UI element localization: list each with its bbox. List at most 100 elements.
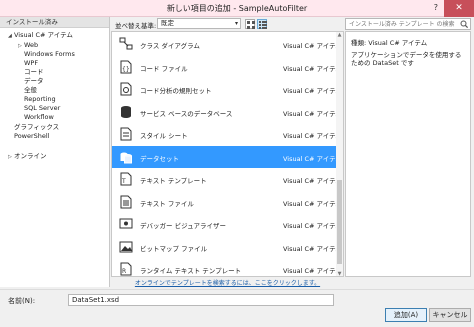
tree-item-label: WPF	[24, 59, 39, 67]
scrollbar-thumb[interactable]	[337, 180, 342, 264]
installed-header[interactable]: インストール済み	[0, 17, 109, 28]
template-item-name: コード ファイル	[140, 64, 188, 73]
template-item-type: Visual C# アイテム	[283, 267, 342, 275]
template-item-type: Visual C# アイテム	[283, 109, 342, 118]
grid-view-icon	[247, 21, 255, 29]
template-item-type: Visual C# アイテム	[283, 154, 342, 163]
template-item-name: テキスト テンプレート	[140, 177, 207, 185]
tree-item-label: コード	[24, 68, 44, 76]
template-item-name: データセット	[140, 154, 179, 163]
template-item-type: Visual C# アイテム	[283, 244, 342, 253]
text-template-icon: T	[120, 172, 132, 186]
add-button[interactable]: 追加(A)	[385, 308, 427, 322]
search-input[interactable]	[346, 19, 456, 29]
view-list-button[interactable]	[257, 19, 267, 29]
tree-item-label: PowerShell	[14, 132, 50, 140]
cancel-button[interactable]: キャンセル	[429, 308, 471, 322]
category-sidebar: インストール済み ◢ Visual C# アイテム ▷ Web Windows Form…	[0, 17, 110, 287]
view-large-icons-button[interactable]	[245, 19, 255, 29]
sort-value: 既定	[161, 19, 174, 27]
bitmap-icon	[119, 241, 133, 252]
title-bar: 新しい項目の追加 - SampleAutoFilter ? ✕	[0, 0, 474, 17]
template-item[interactable]: コード分析の規則セット Visual C# アイテム	[112, 78, 342, 100]
tree-item[interactable]: 全般	[18, 86, 37, 95]
template-item-type: Visual C# アイテム	[283, 132, 342, 140]
code-file-icon: {}	[120, 60, 132, 73]
vertical-scrollbar[interactable]: ▲ ▼	[336, 32, 343, 276]
svg-text:T: T	[121, 178, 126, 185]
window-title: 新しい項目の追加 - SampleAutoFilter	[166, 4, 308, 13]
template-item[interactable]: デバッガー ビジュアライザー Visual C# アイテム	[112, 213, 342, 235]
runtime-template-icon: R	[120, 262, 132, 276]
template-item[interactable]: スタイル シート Visual C# アイテム	[112, 123, 342, 145]
tree-item-label: データ	[24, 77, 44, 85]
online-templates-link[interactable]: オンラインでテンプレートを検索するには、ここをクリックします。	[111, 278, 344, 287]
tree-item[interactable]: Workflow	[18, 113, 54, 122]
tree-item-label: グラフィックス	[14, 123, 60, 131]
dataset-icon	[120, 152, 132, 163]
database-icon	[121, 105, 131, 118]
template-item[interactable]: データセット Visual C# アイテム	[112, 145, 342, 168]
template-item[interactable]: R ランタイム テキスト テンプレート Visual C# アイテム	[112, 258, 342, 276]
close-button[interactable]: ✕	[444, 0, 474, 17]
tree-item[interactable]: ▷ オンライン	[8, 152, 47, 161]
tree-item[interactable]: グラフィックス	[8, 123, 59, 132]
template-item[interactable]: テキスト ファイル Visual C# アイテム	[112, 191, 342, 213]
details-pane: 種類: Visual C# アイテム アプリケーションでデータを使用するための …	[345, 31, 471, 277]
bottom-bar: 名前(N): 追加(A) キャンセル	[0, 289, 474, 327]
template-search[interactable]	[345, 18, 471, 30]
kind-row: 種類: Visual C# アイテム	[351, 38, 465, 48]
name-field[interactable]	[68, 294, 334, 306]
svg-text:R: R	[122, 268, 126, 275]
tree-item[interactable]: PowerShell	[8, 132, 50, 141]
template-item-name: テキスト ファイル	[140, 199, 194, 208]
template-item-name: デバッガー ビジュアライザー	[140, 222, 226, 230]
template-item[interactable]: {} コード ファイル Visual C# アイテム	[112, 56, 342, 78]
search-icon[interactable]	[460, 20, 468, 28]
template-item-type: Visual C# アイテム	[283, 199, 342, 208]
template-item-name: ランタイム テキスト テンプレート	[140, 267, 242, 275]
chevron-down-icon: ▾	[234, 20, 238, 27]
tree-item[interactable]: データ	[18, 77, 44, 86]
ruleset-icon	[120, 82, 132, 96]
template-item-name: サービス ベースのデータベース	[140, 109, 233, 118]
scroll-down-icon[interactable]: ▼	[336, 271, 343, 276]
tree-item-label: Visual C# アイテム	[14, 31, 73, 39]
name-label: 名前(N):	[8, 297, 36, 305]
template-item-name: スタイル シート	[140, 132, 188, 140]
template-list[interactable]: クラス ダイアグラム Visual C# アイテム {} コード ファイル Visual…	[111, 31, 344, 277]
tree-item-label: Reporting	[24, 95, 56, 103]
kind-value: Visual C# アイテム	[368, 39, 428, 47]
class-diagram-icon	[119, 37, 133, 50]
tree-item[interactable]: ▷ Web	[18, 41, 38, 50]
tree-item[interactable]: Reporting	[18, 95, 56, 104]
list-view-icon	[259, 21, 267, 29]
sort-dropdown[interactable]: 既定 ▾	[157, 18, 241, 29]
item-description: アプリケーションでデータを使用するための DataSet です	[351, 51, 462, 67]
tree-item-label: オンライン	[14, 152, 47, 160]
tree-item-label: Web	[24, 41, 39, 49]
tree-item[interactable]: SQL Server	[18, 104, 60, 113]
template-item[interactable]: クラス ダイアグラム Visual C# アイテム	[112, 33, 342, 55]
template-item-type: Visual C# アイテム	[283, 87, 342, 95]
tree-item-label: SQL Server	[24, 104, 61, 112]
template-item-type: Visual C# アイテム	[283, 64, 342, 73]
template-item[interactable]: ビットマップ ファイル Visual C# アイテム	[112, 236, 342, 258]
template-item-name: クラス ダイアグラム	[140, 42, 200, 50]
tree-item[interactable]: Windows Forms	[18, 50, 75, 59]
svg-text:{}: {}	[122, 66, 130, 73]
help-button[interactable]: ?	[434, 3, 438, 12]
template-item[interactable]: T テキスト テンプレート Visual C# アイテム	[112, 168, 342, 190]
tree-item-label: Windows Forms	[24, 50, 75, 58]
tree-item[interactable]: WPF	[18, 59, 38, 68]
scroll-up-icon[interactable]: ▲	[336, 32, 343, 39]
template-item-name: コード分析の規則セット	[140, 87, 212, 95]
template-item-type: Visual C# アイテム	[283, 42, 342, 50]
toolbar: 並べ替え基準: 既定 ▾	[111, 17, 344, 31]
template-item[interactable]: サービス ベースのデータベース Visual C# アイテム	[112, 101, 342, 123]
tree-item[interactable]: ◢ Visual C# アイテム	[8, 31, 73, 40]
template-item-type: Visual C# アイテム	[283, 222, 342, 230]
tree-item-label: Workflow	[24, 113, 54, 121]
text-file-icon	[120, 195, 132, 208]
tree-item[interactable]: コード	[18, 68, 44, 77]
